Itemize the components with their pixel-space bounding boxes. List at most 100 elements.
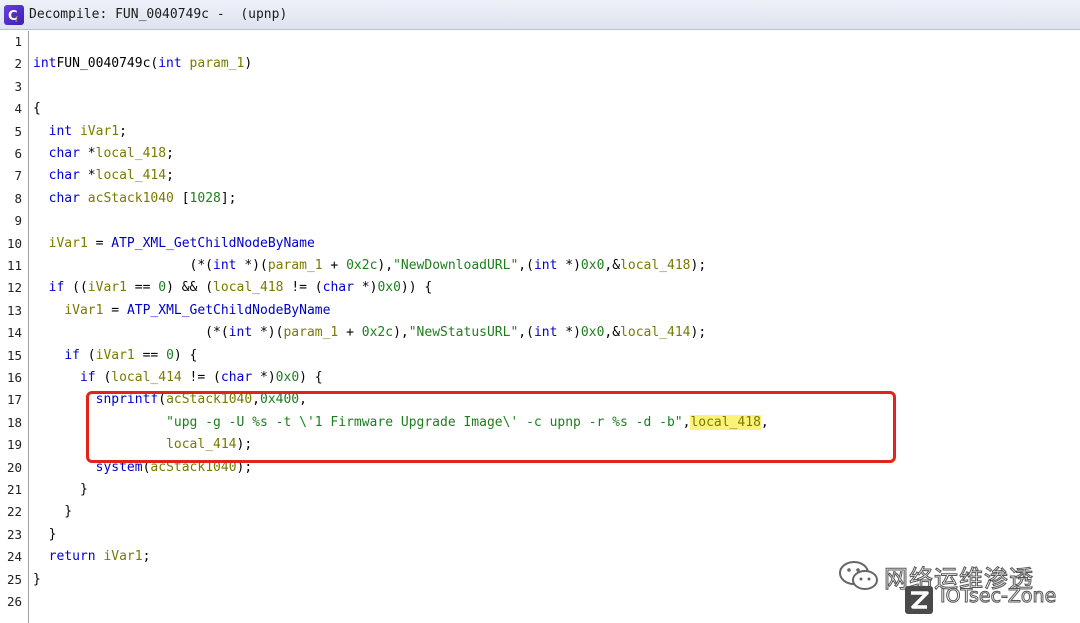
code-line[interactable]: 18 "upg -g -U %s -t \'1 Firmware Upgrade…: [0, 412, 1080, 434]
code-token: if: [79, 370, 96, 385]
code-token: param_1: [283, 325, 339, 341]
code-token: ,: [299, 392, 307, 408]
code-token: *): [252, 370, 276, 385]
code-line[interactable]: 4{: [0, 98, 1080, 120]
line-number: 16: [6, 370, 22, 385]
code-token: 0x0: [580, 325, 605, 341]
code-line[interactable]: 11 (*(int *)(param_1 + 0x2c),"NewDownloa…: [0, 255, 1080, 277]
code-token: ): [244, 56, 253, 72]
code-token: acStack1040: [79, 190, 174, 206]
code-token: local_414: [111, 370, 182, 385]
code-line[interactable]: 8 char acStack1040 [1028];: [0, 188, 1080, 210]
code-token: acStack1040: [150, 459, 237, 475]
code-line[interactable]: 7 char *local_414;: [0, 165, 1080, 187]
code-token: ),: [393, 325, 409, 341]
code-token: ;: [119, 123, 127, 139]
code-text: iVar1 = ATP_XML_GetChildNodeByName: [33, 233, 315, 255]
code-line[interactable]: 20 system(acStack1040);: [0, 457, 1080, 479]
code-token: (: [158, 392, 167, 408]
watermark-english-text: IOTsec-Zone: [939, 585, 1057, 608]
code-text: int iVar1;: [33, 121, 127, 143]
code-token: {: [33, 101, 41, 117]
code-token: param_1: [181, 56, 245, 72]
svg-text:f: f: [15, 16, 18, 23]
code-token: acStack1040: [166, 392, 253, 408]
code-token: != (: [181, 370, 221, 385]
code-token: )) {: [400, 280, 433, 296]
code-token: *: [79, 168, 96, 184]
code-line[interactable]: 23 }: [0, 524, 1080, 546]
line-number: 12: [6, 280, 22, 296]
code-token: 0x0: [377, 280, 401, 296]
code-line[interactable]: 12 if ((iVar1 == 0) && (local_418 != (ch…: [0, 277, 1080, 299]
line-number: 22: [6, 504, 22, 520]
code-token: "NewStatusURL": [408, 325, 519, 341]
code-token: snprintf: [95, 392, 159, 408]
code-text: if (iVar1 == 0) {: [33, 345, 197, 367]
code-token: =: [103, 302, 127, 318]
code-token: iVar1: [87, 280, 127, 296]
code-text: {: [33, 98, 41, 120]
code-token: ;: [166, 146, 174, 161]
code-line[interactable]: 9: [0, 210, 1080, 232]
code-line[interactable]: 3: [0, 76, 1080, 98]
line-number: 8: [14, 190, 22, 206]
line-number: 6: [14, 146, 22, 161]
line-number: 3: [14, 78, 22, 94]
code-line[interactable]: 16 if (local_414 != (char *)0x0) {: [0, 367, 1080, 389]
decompiler-code-view[interactable]: 1 2 intFUN_0040749c(int param_1) 3 4{5 int i…: [0, 31, 1080, 623]
code-token: ,&: [604, 258, 621, 273]
code-line[interactable]: 6 char *local_418;: [0, 143, 1080, 165]
code-line[interactable]: 15 if (iVar1 == 0) {: [0, 345, 1080, 367]
code-token: iVar1: [95, 347, 135, 363]
line-number: 5: [14, 123, 22, 139]
code-token: );: [690, 325, 707, 341]
code-line[interactable]: 10 iVar1 = ATP_XML_GetChildNodeByName: [0, 233, 1080, 255]
code-text: }: [33, 479, 88, 501]
code-token: );: [236, 437, 253, 453]
code-token: local_418: [213, 280, 284, 296]
code-token: 0x0: [580, 258, 605, 273]
code-token: }: [33, 482, 88, 497]
code-line[interactable]: 2 intFUN_0040749c(int param_1): [0, 53, 1080, 75]
code-token: ,: [760, 414, 769, 430]
code-token: ,(: [518, 258, 534, 273]
code-token: ==: [126, 280, 159, 296]
code-token: 0x2c: [346, 258, 378, 273]
code-token: int: [33, 56, 57, 72]
watermark: 网络运维渗透 IOTsec-Zone: [838, 557, 1068, 617]
line-number: 10: [6, 235, 22, 251]
window-titlebar: C f Decompile: FUN_0040749c - (upnp): [0, 0, 1080, 30]
code-line[interactable]: 19 local_414);: [0, 434, 1080, 456]
code-token: (: [95, 370, 112, 385]
code-line[interactable]: 14 (*(int *)(param_1 + 0x2c),"NewStatusU…: [0, 322, 1080, 344]
code-token: ((: [64, 280, 88, 296]
code-line[interactable]: 5 int iVar1;: [0, 121, 1080, 143]
code-line[interactable]: 17 snprintf(acStack1040,0x400,: [0, 389, 1080, 411]
code-text: char *local_418;: [33, 143, 174, 165]
z-logo-icon: [904, 585, 934, 619]
code-token: "upg -g -U %s -t \'1 Firmware Upgrade Im…: [166, 414, 683, 430]
code-token: iVar1: [64, 302, 104, 318]
code-token: system: [95, 459, 143, 475]
line-number: 9: [14, 213, 22, 229]
code-line[interactable]: 22 }: [0, 501, 1080, 523]
code-token: *: [79, 146, 96, 161]
code-token: ==: [134, 347, 167, 363]
code-line[interactable]: 21 }: [0, 479, 1080, 501]
code-token: ) {: [299, 370, 323, 385]
code-line[interactable]: 1: [0, 31, 1080, 53]
line-number: 24: [6, 549, 22, 565]
code-token: ;: [142, 549, 151, 565]
code-token: ) && (: [166, 280, 214, 296]
code-line[interactable]: 13 iVar1 = ATP_XML_GetChildNodeByName: [0, 300, 1080, 322]
code-text: snprintf(acStack1040,0x400,: [33, 389, 307, 411]
